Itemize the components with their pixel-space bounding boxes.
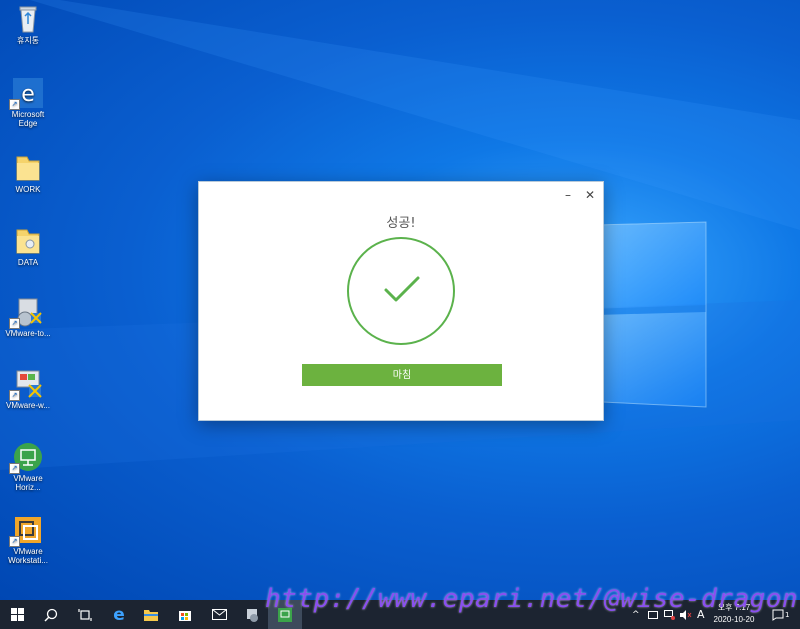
- windows-logo-icon: [10, 608, 24, 621]
- vmware-horizon-icon: ↗: [9, 442, 43, 474]
- desktop-icon-label: VMware-w...: [5, 401, 50, 410]
- finish-button[interactable]: 마침: [302, 364, 502, 386]
- installer-icon: [247, 608, 258, 622]
- task-view-button[interactable]: [68, 600, 102, 629]
- dialog-title: 성공!: [386, 216, 416, 231]
- mail-icon: [211, 609, 227, 620]
- desktop-icon-label: WORK: [15, 185, 41, 194]
- taskbar-mail[interactable]: [202, 600, 236, 629]
- installer-icon: ↗: [9, 369, 43, 401]
- desktop-icons: 휴지통 e ↗ Microsoft Edge WORK DATA ↗ VMwar…: [0, 0, 60, 600]
- desktop-icon-recycle-bin[interactable]: 휴지통: [2, 4, 54, 45]
- search-icon: [44, 608, 58, 622]
- shortcut-arrow-icon: ↗: [9, 463, 20, 474]
- desktop-icon-label: VMware Horiz...: [13, 474, 43, 492]
- folder-icon: [144, 609, 158, 621]
- desktop-icon-vmware-tools[interactable]: ↗ VMware-to...: [2, 297, 54, 338]
- success-dialog: – ✕ 성공! 마침: [198, 181, 604, 421]
- shortcut-arrow-icon: ↗: [9, 99, 20, 110]
- desktop-icon-label: DATA: [17, 258, 39, 267]
- desktop-icon-work[interactable]: WORK: [2, 153, 54, 194]
- edge-icon: e: [113, 604, 125, 625]
- desktop-icon-edge[interactable]: e ↗ Microsoft Edge: [2, 78, 54, 128]
- clock-date: 2020-10-20: [713, 615, 755, 624]
- folder-icon: [13, 226, 43, 256]
- shortcut-arrow-icon: ↗: [9, 390, 20, 401]
- shortcut-arrow-icon: ↗: [9, 318, 20, 329]
- desktop-icon-data[interactable]: DATA: [2, 226, 54, 267]
- desktop-icon-vmware-workstation[interactable]: ↗ VMware Workstati...: [2, 515, 54, 565]
- taskbar-file-explorer[interactable]: [134, 600, 168, 629]
- desktop-icon-label: 휴지통: [16, 36, 40, 45]
- desktop: 휴지통 e ↗ Microsoft Edge WORK DATA ↗ VMwar…: [0, 0, 800, 600]
- svg-text:e: e: [21, 82, 35, 107]
- desktop-icon-label: VMware Workstati...: [8, 547, 48, 565]
- desktop-icon-vmware-workstation-installer[interactable]: ↗ VMware-w...: [2, 369, 54, 410]
- desktop-icon-vmware-horizon[interactable]: ↗ VMware Horiz...: [2, 442, 54, 492]
- folder-icon: [13, 153, 43, 183]
- recycle-bin-icon: [13, 4, 43, 34]
- shortcut-arrow-icon: ↗: [9, 536, 20, 547]
- minimize-button[interactable]: –: [559, 187, 577, 203]
- start-button[interactable]: [0, 600, 34, 629]
- vmware-workstation-icon: ↗: [9, 515, 43, 547]
- task-view-icon: [78, 608, 92, 621]
- edge-icon: e ↗: [9, 78, 43, 110]
- success-circle: [347, 237, 455, 345]
- close-button[interactable]: ✕: [581, 187, 599, 203]
- checkmark-icon: [384, 276, 420, 302]
- desktop-icon-label: Microsoft Edge: [11, 110, 45, 128]
- taskbar-edge[interactable]: e: [102, 600, 136, 629]
- taskbar-store[interactable]: [168, 600, 202, 629]
- store-icon: [179, 610, 191, 621]
- watermark-text: http://www.epari.net/@wise-dragon: [265, 584, 799, 614]
- desktop-icon-label: VMware-to...: [5, 329, 51, 338]
- search-button[interactable]: [34, 600, 68, 629]
- installer-icon: ↗: [9, 297, 43, 329]
